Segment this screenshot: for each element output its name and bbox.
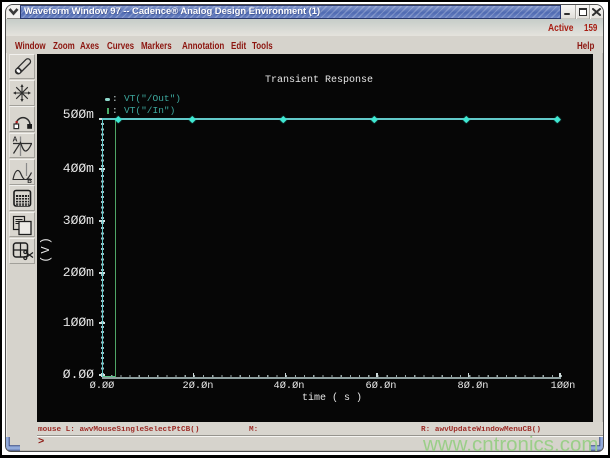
svg-text:B: B <box>27 178 32 183</box>
svg-text:A: A <box>13 136 18 143</box>
